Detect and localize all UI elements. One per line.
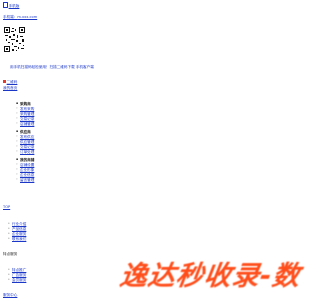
sidebar-item[interactable]: ◦ 采购管理 [16,111,34,116]
sidebar-item-label[interactable]: 店铺设置 [20,163,34,167]
sidebar-item[interactable]: ◦ 店铺设置 [16,162,34,167]
qr-promo-text[interactable]: 用手机扫描码轻松使用！扫描二维码下载 手机客户端 [10,65,94,69]
list-item[interactable]: • 企业服务 [8,231,26,236]
sidebar-item-label[interactable]: 供应管理 [20,140,34,144]
watermark-label: 逸达秒收录-数 [117,261,303,292]
sidebar-group-label: 供应商 [20,130,31,134]
mobile-url-prefix: 手机端： [3,15,18,19]
nav-item-label[interactable]: 联系我们 [12,237,26,241]
qr-link-row[interactable]: 二维码 [3,80,17,84]
sidebar-group-label: 我的商铺 [20,158,35,162]
sidebar-item-label[interactable]: 留言管理 [20,178,34,182]
sidebar-group-label: 采购商 [20,102,31,106]
list-item[interactable]: • 会员服务 [8,277,26,282]
list-item[interactable]: • 广告服务 [8,272,26,277]
sidebar-item-label[interactable]: 企业信息 [20,173,34,177]
sidebar-item-label[interactable]: 发布采购 [20,107,34,111]
sidebar-item-label[interactable]: 交易记录 [20,145,34,149]
nav-item-label[interactable]: 企业服务 [12,232,26,236]
list-item[interactable]: • 行业介绍 [8,221,26,226]
sidebar-item[interactable]: ◦ 留言管理 [16,177,34,182]
mobile-url-link[interactable]: m.xxx.com [17,15,37,19]
sidebar-item[interactable]: ◦ 交易记录 [16,144,34,149]
list-item[interactable]: • 联系我们 [8,236,26,241]
service-center-label[interactable]: 服务中心 [3,293,17,297]
service-item-label[interactable]: 会员服务 [12,278,26,282]
sidebar-group-title-purchaser: ▪ 采购商 [16,101,31,106]
nav-item-label[interactable]: 行业介绍 [12,222,26,226]
service-item-label[interactable]: 特点推广 [12,268,26,272]
qr-link[interactable]: 二维码 [7,80,18,84]
sidebar-item-label[interactable]: 店铺管理 [20,122,34,126]
service-item-label[interactable]: 广告服务 [12,273,26,277]
nav-item-label[interactable]: 产品信息 [12,227,26,231]
service-center-link[interactable]: 服务中心 [3,293,17,297]
list-item[interactable]: • 产品信息 [8,226,26,231]
sidebar-item[interactable]: ◦ 供应管理 [16,139,34,144]
section-title: 特点服务 [3,252,18,256]
sidebar-item[interactable]: ◦ 发布供应 [16,134,34,139]
mobile-url-row: 手机端：m.xxx.com [3,15,37,19]
mobile-version-link[interactable]: 手机版 [3,2,19,8]
sidebar-item[interactable]: ◦ 企业信息 [16,172,34,177]
my-home-link[interactable]: 我的首页 [3,86,17,90]
flag-icon [3,80,6,83]
watermark-text: 逸达秒收录-数 [117,261,303,297]
sidebar-item-label[interactable]: 订单处理 [20,150,34,154]
phone-icon [3,2,8,8]
sidebar-item[interactable]: ◦ 交易记录 [16,116,34,121]
mobile-version-label[interactable]: 手机版 [9,4,20,8]
sidebar-item[interactable]: ◦ 店铺管理 [16,121,34,126]
list-item[interactable]: • 特点推广 [8,267,26,272]
top-toggle-label[interactable]: TOP [3,205,10,209]
sidebar-item[interactable]: ◦ 订单处理 [16,149,34,154]
sidebar-group-title-supplier: ▪ 供应商 [16,129,31,134]
sidebar-group-title-my-shop: ▪ 我的商铺 [16,157,35,162]
sidebar-item-label[interactable]: 发布供应 [20,135,34,139]
sidebar-item-label[interactable]: 企业形象 [20,168,34,172]
qr-code-image [4,27,25,52]
sidebar-item[interactable]: ◦ 发布采购 [16,106,34,111]
sidebar-item[interactable]: ◦ 企业形象 [16,167,34,172]
my-home-label[interactable]: 我的首页 [3,86,17,90]
top-toggle[interactable]: TOP [3,205,10,209]
sidebar-item-label[interactable]: 交易记录 [20,117,34,121]
sidebar-item-label[interactable]: 采购管理 [20,112,34,116]
